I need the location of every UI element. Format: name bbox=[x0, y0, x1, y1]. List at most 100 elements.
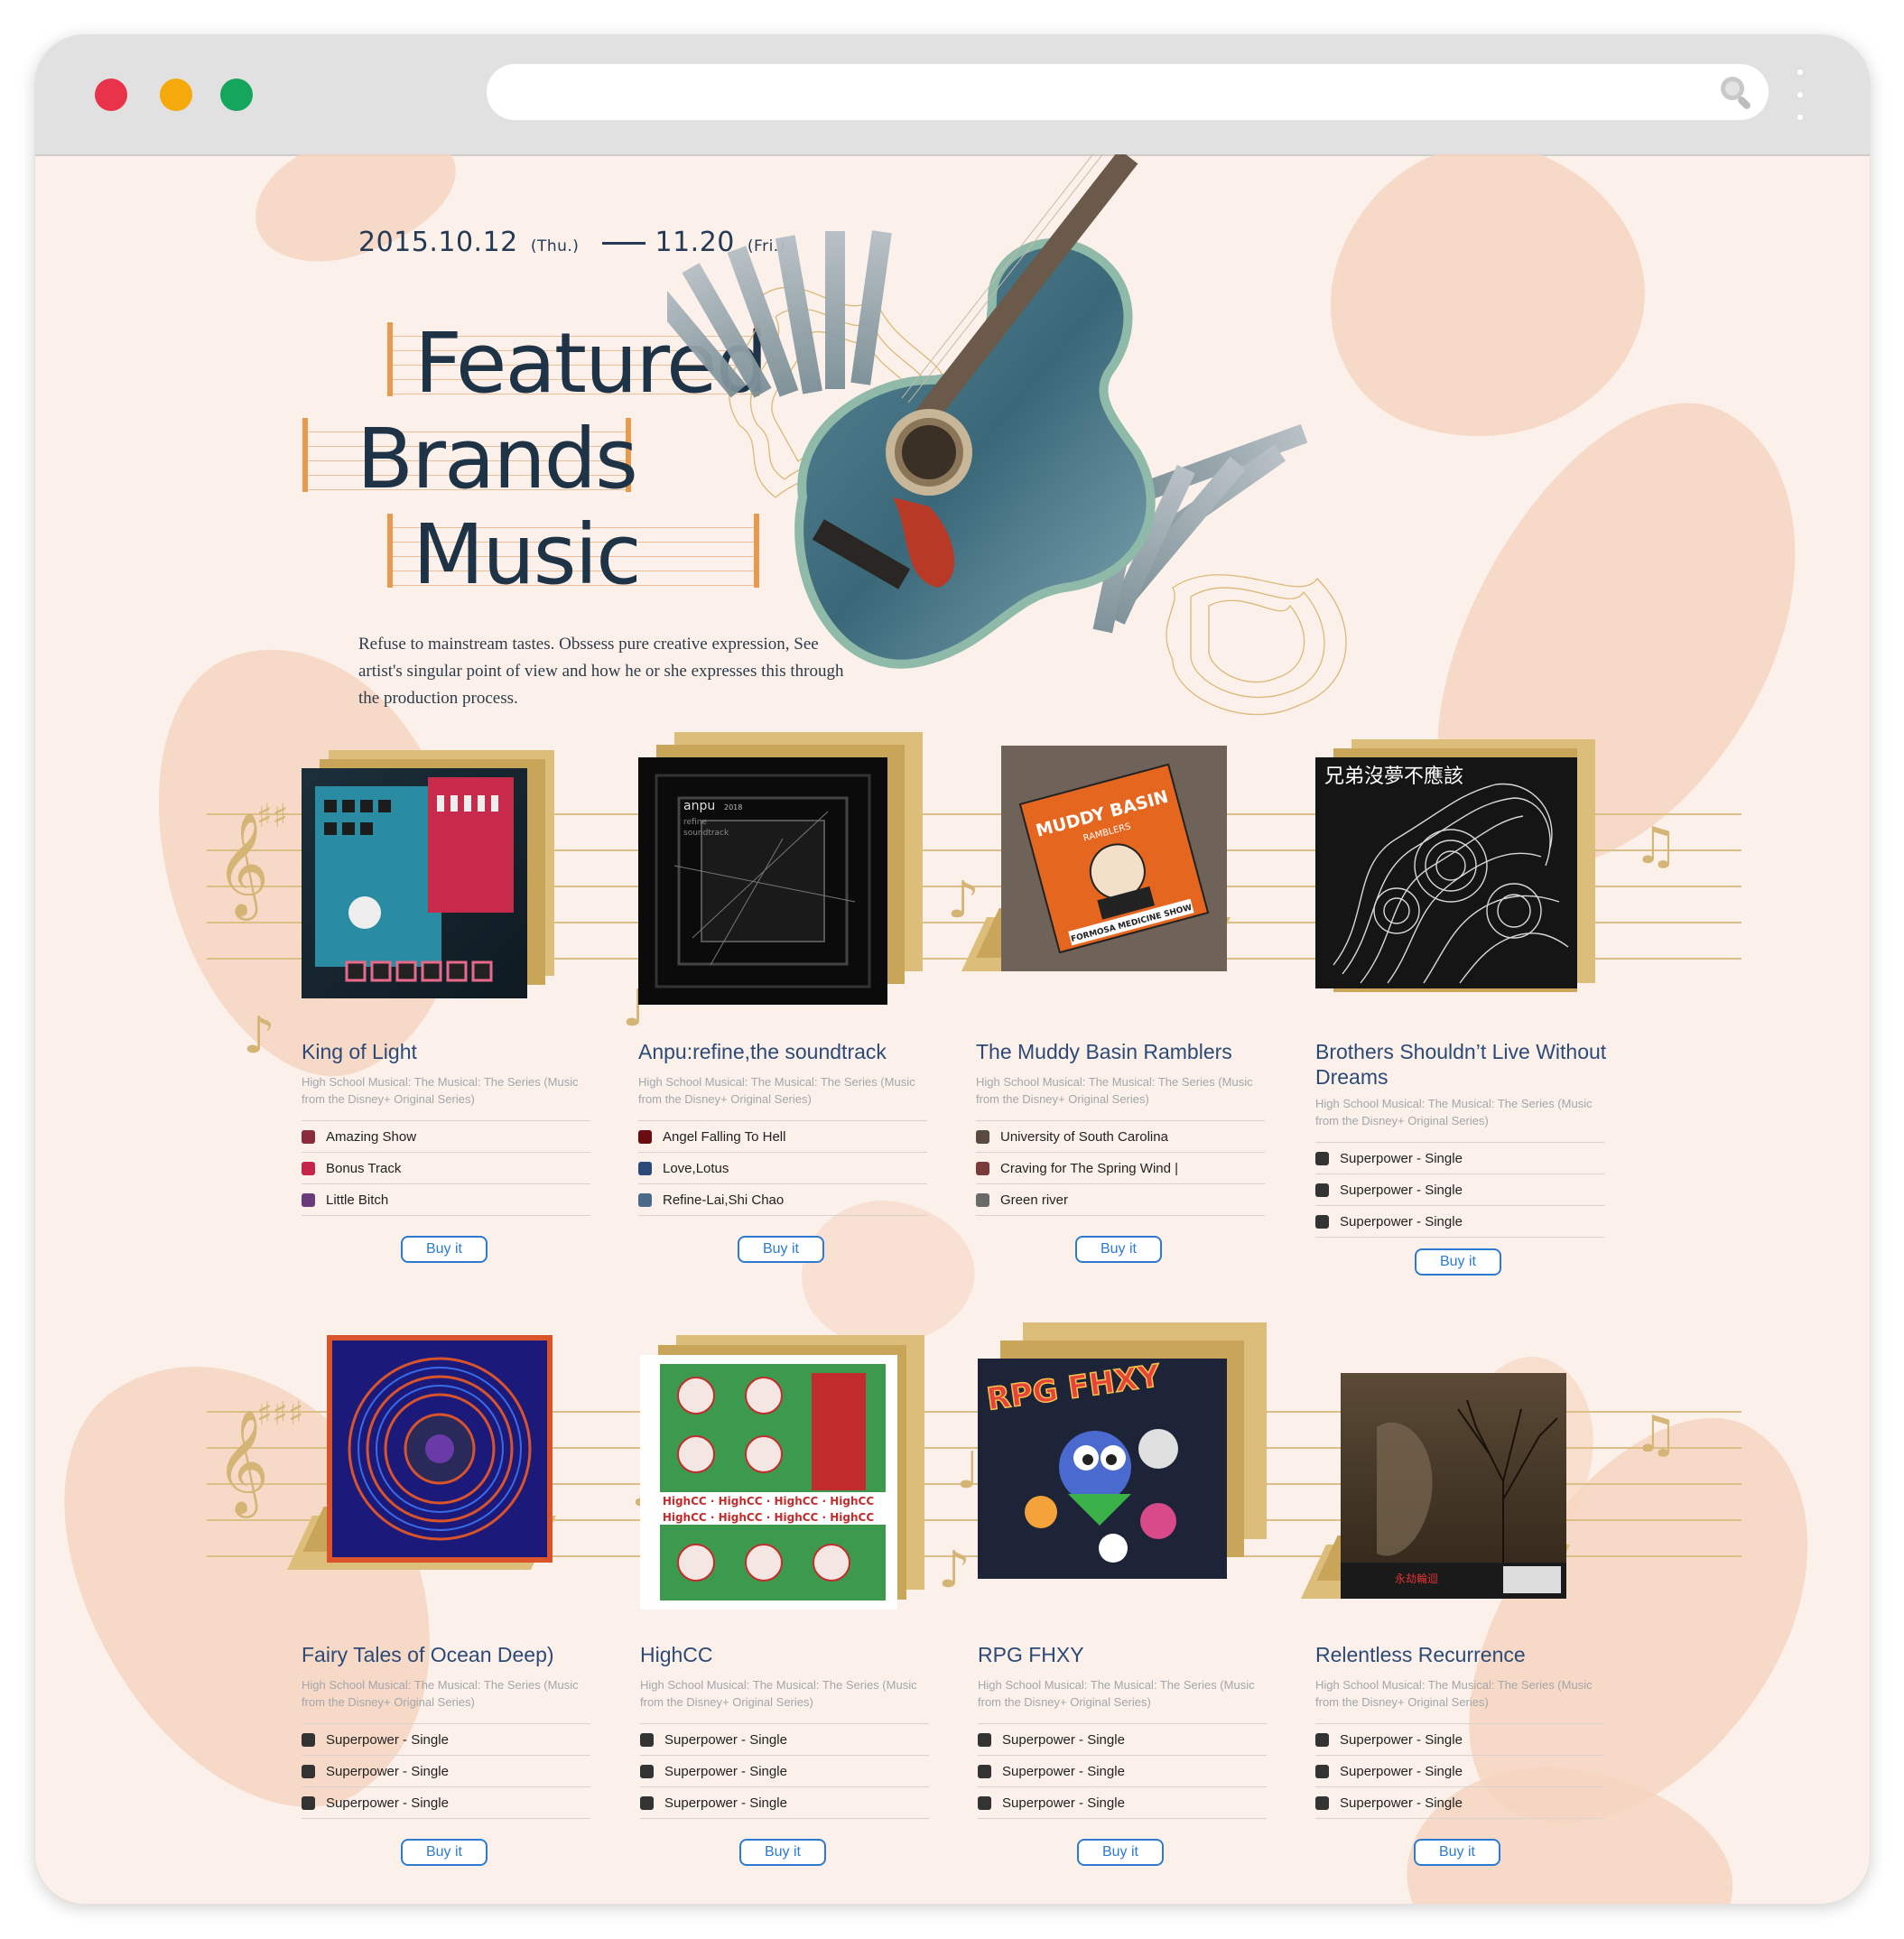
track-name: Superpower - Single bbox=[1002, 1795, 1125, 1811]
minimize-window-button[interactable] bbox=[160, 79, 192, 111]
track-list: Superpower - Single Superpower - Single … bbox=[978, 1723, 1267, 1819]
track-item[interactable]: Superpower - Single bbox=[302, 1756, 590, 1787]
track-name: Superpower - Single bbox=[1340, 1731, 1463, 1748]
album-title[interactable]: The Muddy Basin Ramblers bbox=[976, 1039, 1274, 1064]
page-content: 2015.10.12 (Thu.) 11.20 (Fri.) Featured … bbox=[35, 154, 1870, 1904]
track-item[interactable]: Superpower - Single bbox=[1315, 1206, 1604, 1238]
buy-button[interactable]: Buy it bbox=[1414, 1839, 1500, 1866]
svg-text:♫: ♫ bbox=[1633, 1406, 1678, 1464]
sharp-icon: ♯♯♯ bbox=[256, 1396, 303, 1433]
track-thumb bbox=[302, 1732, 315, 1747]
track-name: Superpower - Single bbox=[1340, 1795, 1463, 1811]
track-item[interactable]: Superpower - Single bbox=[302, 1787, 590, 1819]
track-name: Superpower - Single bbox=[1340, 1213, 1463, 1229]
art-label: RPG FHXY bbox=[985, 1359, 1163, 1418]
track-item[interactable]: Refine-Lai,Shi Chao bbox=[638, 1184, 927, 1216]
maximize-window-button[interactable] bbox=[220, 79, 253, 111]
track-list: Superpower - Single Superpower - Single … bbox=[302, 1723, 590, 1819]
guitar-illustration bbox=[667, 154, 1347, 716]
svg-text:兄弟沒夢不應該: 兄弟沒夢不應該 bbox=[1324, 765, 1463, 788]
album-title[interactable]: HighCC bbox=[640, 1642, 938, 1667]
album-subtitle: High School Musical: The Musical: The Se… bbox=[976, 1075, 1253, 1106]
track-name: University of South Carolina bbox=[1000, 1128, 1168, 1145]
track-item[interactable]: Superpower - Single bbox=[1315, 1174, 1604, 1206]
track-item[interactable]: Angel Falling To Hell bbox=[638, 1121, 927, 1153]
decor-blob bbox=[240, 154, 471, 279]
track-item[interactable]: Superpower - Single bbox=[978, 1756, 1267, 1787]
track-item[interactable]: Green river bbox=[976, 1184, 1265, 1216]
buy-button[interactable]: Buy it bbox=[401, 1236, 488, 1263]
track-item[interactable]: Superpower - Single bbox=[1315, 1143, 1604, 1174]
album-subtitle: High School Musical: The Musical: The Se… bbox=[640, 1678, 917, 1709]
track-item[interactable]: Superpower - Single bbox=[978, 1787, 1267, 1819]
track-name: Superpower - Single bbox=[664, 1795, 787, 1811]
track-item[interactable]: Little Bitch bbox=[302, 1184, 590, 1216]
svg-text:♪: ♪ bbox=[938, 1541, 971, 1600]
album-title[interactable]: Relentless Recurrence bbox=[1315, 1642, 1613, 1667]
buy-button[interactable]: Buy it bbox=[1075, 1236, 1162, 1263]
svg-text:♪: ♪ bbox=[947, 871, 980, 930]
track-list: Superpower - Single Superpower - Single … bbox=[640, 1723, 929, 1819]
album-subtitle: High School Musical: The Musical: The Se… bbox=[1315, 1678, 1593, 1709]
track-thumb bbox=[640, 1764, 654, 1778]
kebab-menu-icon[interactable] bbox=[1797, 70, 1805, 120]
track-thumb bbox=[1315, 1151, 1329, 1165]
track-item[interactable]: Superpower - Single bbox=[640, 1787, 929, 1819]
track-item[interactable]: University of South Carolina bbox=[976, 1121, 1265, 1153]
address-bar[interactable] bbox=[487, 64, 1769, 120]
track-item[interactable]: Superpower - Single bbox=[978, 1724, 1267, 1756]
track-item[interactable]: Amazing Show bbox=[302, 1121, 590, 1153]
album-subtitle: High School Musical: The Musical: The Se… bbox=[1315, 1097, 1593, 1127]
track-thumb bbox=[976, 1161, 989, 1175]
album-title[interactable]: King of Light bbox=[302, 1039, 599, 1064]
track-name: Superpower - Single bbox=[326, 1763, 449, 1779]
track-thumb bbox=[640, 1795, 654, 1810]
track-thumb bbox=[978, 1732, 991, 1747]
track-item[interactable]: Craving for The Spring Wind | bbox=[976, 1153, 1265, 1184]
close-window-button[interactable] bbox=[95, 79, 127, 111]
track-item[interactable]: Superpower - Single bbox=[640, 1756, 929, 1787]
track-name: Superpower - Single bbox=[1340, 1182, 1463, 1198]
track-item[interactable]: Superpower - Single bbox=[302, 1724, 590, 1756]
date-start: 2015.10.12 bbox=[358, 227, 518, 258]
album-subtitle: High School Musical: The Musical: The Se… bbox=[302, 1678, 579, 1709]
track-thumb bbox=[302, 1764, 315, 1778]
track-item[interactable]: Superpower - Single bbox=[1315, 1756, 1604, 1787]
track-name: Superpower - Single bbox=[664, 1763, 787, 1779]
track-item[interactable]: Love,Lotus bbox=[638, 1153, 927, 1184]
buy-button[interactable]: Buy it bbox=[1077, 1839, 1164, 1866]
track-thumb bbox=[1315, 1183, 1329, 1197]
track-thumb bbox=[302, 1161, 315, 1175]
track-thumb bbox=[1315, 1795, 1329, 1810]
album-title[interactable]: RPG FHXY bbox=[978, 1642, 1276, 1667]
track-thumb bbox=[1315, 1732, 1329, 1747]
album-title[interactable]: Anpu:refine,the soundtrack bbox=[638, 1039, 936, 1064]
track-name: Superpower - Single bbox=[326, 1731, 449, 1748]
album-title[interactable]: Fairy Tales of Ocean Deep) bbox=[302, 1642, 599, 1667]
album-subtitle: High School Musical: The Musical: The Se… bbox=[302, 1075, 579, 1106]
date-dash bbox=[602, 242, 646, 245]
track-name: Craving for The Spring Wind | bbox=[1000, 1160, 1179, 1176]
track-name: Superpower - Single bbox=[1002, 1763, 1125, 1779]
track-thumb bbox=[978, 1795, 991, 1810]
hero-title-line-3: Music bbox=[413, 506, 642, 603]
track-thumb bbox=[302, 1192, 315, 1207]
track-item[interactable]: Superpower - Single bbox=[640, 1724, 929, 1756]
track-thumb bbox=[302, 1795, 315, 1810]
buy-button[interactable]: Buy it bbox=[401, 1839, 488, 1866]
date-start-day: (Thu.) bbox=[530, 237, 580, 255]
track-thumb bbox=[640, 1732, 654, 1747]
art-label: HighCC · HighCC · HighCC · HighCC bbox=[663, 1511, 875, 1524]
svg-text:♪: ♪ bbox=[243, 1007, 275, 1065]
track-thumb bbox=[302, 1129, 315, 1144]
buy-button[interactable]: Buy it bbox=[739, 1839, 826, 1866]
track-thumb bbox=[976, 1192, 989, 1207]
buy-button[interactable]: Buy it bbox=[738, 1236, 824, 1263]
buy-button[interactable]: Buy it bbox=[1415, 1248, 1501, 1276]
track-item[interactable]: Superpower - Single bbox=[1315, 1724, 1604, 1756]
search-icon[interactable] bbox=[1716, 72, 1756, 112]
track-item[interactable]: Superpower - Single bbox=[1315, 1787, 1604, 1819]
track-name: Superpower - Single bbox=[1340, 1150, 1463, 1166]
album-title[interactable]: Brothers Shouldn’t Live Without Dreams bbox=[1315, 1039, 1613, 1090]
track-item[interactable]: Bonus Track bbox=[302, 1153, 590, 1184]
